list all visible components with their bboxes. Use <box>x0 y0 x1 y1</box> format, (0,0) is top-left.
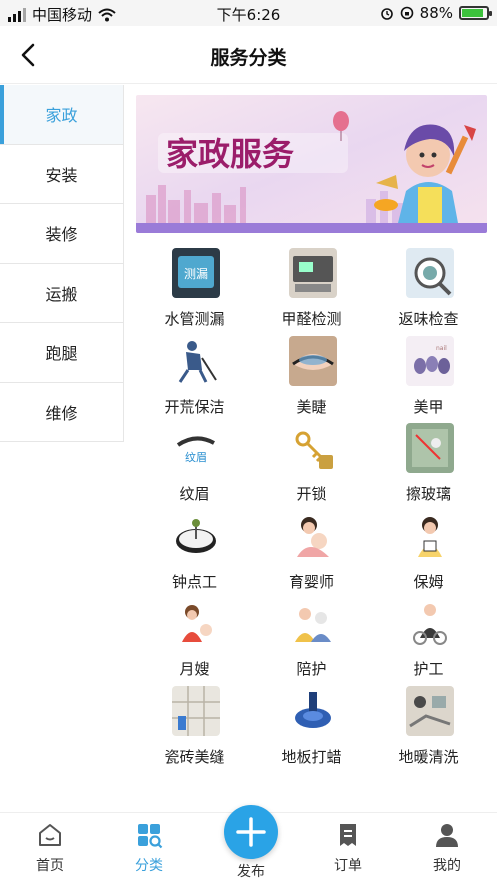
service-thumbnail <box>289 685 337 736</box>
service-label: 钟点工 <box>171 572 217 591</box>
profile-icon <box>436 824 458 847</box>
service-item[interactable]: 地暖清洗 <box>370 685 487 773</box>
status-right: 88% <box>380 4 492 22</box>
tab-home[interactable]: 首页 <box>10 821 90 875</box>
service-label: 月嫂 <box>179 660 210 678</box>
service-item[interactable]: 瓷砖美缝 <box>136 685 253 773</box>
tab-profile-label: 我的 <box>433 858 461 874</box>
sidebar-item-5[interactable]: 维修 <box>0 383 123 442</box>
service-item[interactable]: 擦玻璃 <box>370 423 487 510</box>
service-thumbnail <box>289 335 337 386</box>
service-item[interactable]: 纹眉 纹眉 <box>136 423 253 510</box>
tab-orders[interactable]: 订单 <box>308 821 388 875</box>
banner-image[interactable]: 家政服务 <box>136 95 487 233</box>
service-label: 瓷砖美缝 <box>164 747 225 766</box>
service-label: 陪护 <box>296 660 327 678</box>
sidebar-item-label: 安装 <box>45 165 78 185</box>
home-icon <box>39 824 61 846</box>
sidebar-item-label: 跑腿 <box>45 344 78 364</box>
service-label: 保姆 <box>413 572 444 591</box>
service-item[interactable]: 保姆 <box>370 510 487 598</box>
tab-profile[interactable]: 我的 <box>407 821 487 875</box>
sidebar-item-4[interactable]: 跑腿 <box>0 323 123 383</box>
tab-category[interactable]: 分类 <box>109 821 189 875</box>
sidebar-item-label: 家政 <box>45 106 78 126</box>
sidebar-item-3[interactable]: 运搬 <box>0 264 123 323</box>
service-label: 地板打蜡 <box>281 747 342 766</box>
battery-percent: 88% <box>419 4 453 22</box>
service-label: 开荒保洁 <box>164 397 225 416</box>
svg-text:测漏: 测漏 <box>184 267 208 281</box>
sidebar-item-label: 维修 <box>45 403 78 423</box>
rotation-lock-icon <box>400 6 413 20</box>
service-thumbnail <box>172 685 220 736</box>
service-thumbnail <box>406 423 454 473</box>
page-title: 服务分类 <box>210 47 287 69</box>
service-thumbnail: nail <box>406 335 454 386</box>
sidebar-item-0[interactable]: 家政 <box>0 85 123 145</box>
service-item[interactable]: 育婴师 <box>253 510 370 598</box>
service-label: 水管测漏 <box>164 310 225 328</box>
service-item[interactable]: 开锁 <box>253 423 370 510</box>
service-label: 返味检查 <box>398 310 459 328</box>
service-thumbnail: 测漏 <box>172 248 220 298</box>
alarm-icon <box>380 8 393 20</box>
service-item[interactable]: 返味检查 <box>370 248 487 335</box>
service-thumbnail <box>289 248 337 298</box>
service-item[interactable]: nail 美甲 <box>370 335 487 423</box>
sidebar-item-1[interactable]: 安装 <box>0 145 123 204</box>
service-item[interactable]: 钟点工 <box>136 510 253 598</box>
service-label: 开锁 <box>296 485 327 503</box>
sidebar-item-label: 装修 <box>45 225 78 245</box>
service-label: 擦玻璃 <box>405 485 451 503</box>
svg-text:nail: nail <box>436 345 447 352</box>
service-thumbnail <box>172 598 220 648</box>
battery-icon <box>459 6 492 20</box>
service-thumbnail <box>289 510 337 561</box>
service-item[interactable]: 开荒保洁 <box>136 335 253 423</box>
service-item[interactable]: 护工 <box>370 598 487 685</box>
tab-home-label: 首页 <box>36 858 64 874</box>
service-thumbnail <box>289 598 337 648</box>
service-item[interactable]: 美睫 <box>253 335 370 423</box>
service-thumbnail <box>406 685 454 736</box>
service-thumbnail <box>172 335 220 386</box>
service-label: 地暖清洗 <box>398 747 459 766</box>
service-thumbnail <box>172 510 220 561</box>
service-thumbnail <box>289 423 337 473</box>
category-icon <box>138 824 163 849</box>
service-thumbnail <box>406 248 454 298</box>
service-label: 美甲 <box>413 397 444 416</box>
service-grid: 测漏 水管测漏 甲醛检测 返味检查 开荒保洁 美睫 nail 美甲 纹眉 纹眉 开锁 擦玻璃 钟点工 育婴… <box>136 248 487 780</box>
service-thumbnail: 纹眉 <box>172 423 220 473</box>
service-item[interactable]: 陪护 <box>253 598 370 685</box>
bottom-tabbar: 首页 分类 发布 订单 我的 <box>0 805 497 883</box>
banner-title: 家政服务 <box>166 135 294 173</box>
service-thumbnail <box>406 510 454 561</box>
service-label: 美睫 <box>296 397 327 416</box>
tab-orders-label: 订单 <box>334 858 362 874</box>
plus-icon <box>236 817 266 847</box>
service-label: 护工 <box>413 660 444 678</box>
service-item[interactable]: 地板打蜡 <box>253 685 370 773</box>
category-sidebar: 家政安装装修运搬跑腿维修 <box>0 85 124 442</box>
status-bar: 中国移动 下午6:26 88% <box>0 0 497 26</box>
service-label: 育婴师 <box>288 572 334 591</box>
header: 服务分类 <box>0 26 497 84</box>
svg-text:纹眉: 纹眉 <box>185 450 207 464</box>
sidebar-item-label: 运搬 <box>45 284 78 304</box>
banner-illustration: 家政服务 <box>136 95 487 233</box>
service-item[interactable]: 月嫂 <box>136 598 253 685</box>
sidebar-item-2[interactable]: 装修 <box>0 204 123 264</box>
service-label: 甲醛检测 <box>281 310 342 328</box>
tab-category-label: 分类 <box>135 858 163 874</box>
service-thumbnail <box>406 598 454 648</box>
service-item[interactable]: 甲醛检测 <box>253 248 370 335</box>
service-item[interactable]: 测漏 水管测漏 <box>136 248 253 335</box>
service-label: 纹眉 <box>179 485 210 503</box>
tab-publish-label: 发布 <box>237 864 265 880</box>
order-icon <box>340 824 356 846</box>
publish-button[interactable] <box>224 805 278 859</box>
